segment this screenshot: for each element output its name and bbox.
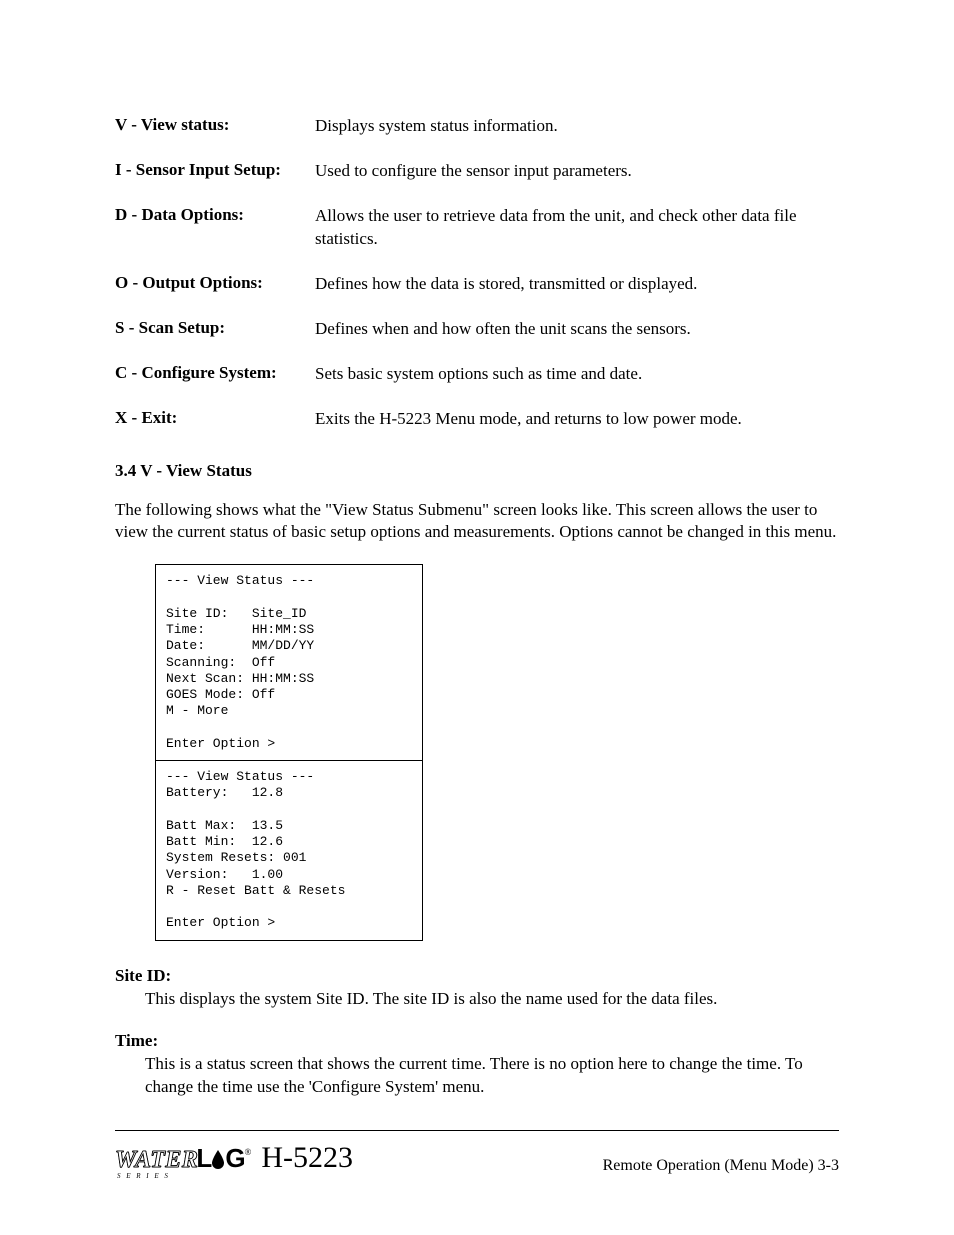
menu-item-desc: Used to configure the sensor input param… xyxy=(315,160,839,183)
field-label: Site ID: xyxy=(115,966,839,986)
water-drop-icon xyxy=(210,1149,226,1169)
menu-item-desc: Exits the H-5223 Menu mode, and returns … xyxy=(315,408,839,431)
field-desc: This is a status screen that shows the c… xyxy=(145,1053,839,1099)
footer-left: WATER LG ® S E R I E S H-5223 xyxy=(115,1141,353,1175)
section-intro: The following shows what the "View Statu… xyxy=(115,499,839,545)
logo-water-text: WATER xyxy=(115,1147,198,1174)
waterlog-logo: WATER LG ® S E R I E S xyxy=(115,1143,251,1174)
logo-series-text: S E R I E S xyxy=(117,1172,170,1180)
menu-item-desc: Sets basic system options such as time a… xyxy=(315,363,839,386)
menu-item-label: V - View status: xyxy=(115,115,315,138)
status-display: --- View Status --- Site ID: Site_ID Tim… xyxy=(155,564,423,940)
menu-options-table: V - View status: Displays system status … xyxy=(115,115,839,431)
logo-log-text: LG xyxy=(196,1143,244,1174)
menu-item-desc: Defines how the data is stored, transmit… xyxy=(315,273,839,296)
menu-item-label: O - Output Options: xyxy=(115,273,315,296)
menu-item-label: D - Data Options: xyxy=(115,205,315,251)
field-desc: This displays the system Site ID. The si… xyxy=(145,988,839,1011)
menu-item-label: I - Sensor Input Setup: xyxy=(115,160,315,183)
page-footer: WATER LG ® S E R I E S H-5223 Remote Ope… xyxy=(115,1130,839,1175)
menu-item-label: S - Scan Setup: xyxy=(115,318,315,341)
model-number: H-5223 xyxy=(261,1141,353,1175)
status-box-2: --- View Status --- Battery: 12.8 Batt M… xyxy=(155,761,423,941)
status-box-1: --- View Status --- Site ID: Site_ID Tim… xyxy=(155,564,423,761)
footer-right: Remote Operation (Menu Mode) 3-3 xyxy=(603,1157,839,1175)
field-label: Time: xyxy=(115,1031,839,1051)
menu-item-label: X - Exit: xyxy=(115,408,315,431)
registered-mark: ® xyxy=(245,1147,252,1157)
section-heading: 3.4 V - View Status xyxy=(115,461,839,481)
menu-item-desc: Displays system status information. xyxy=(315,115,839,138)
menu-item-label: C - Configure System: xyxy=(115,363,315,386)
menu-item-desc: Defines when and how often the unit scan… xyxy=(315,318,839,341)
menu-item-desc: Allows the user to retrieve data from th… xyxy=(315,205,839,251)
